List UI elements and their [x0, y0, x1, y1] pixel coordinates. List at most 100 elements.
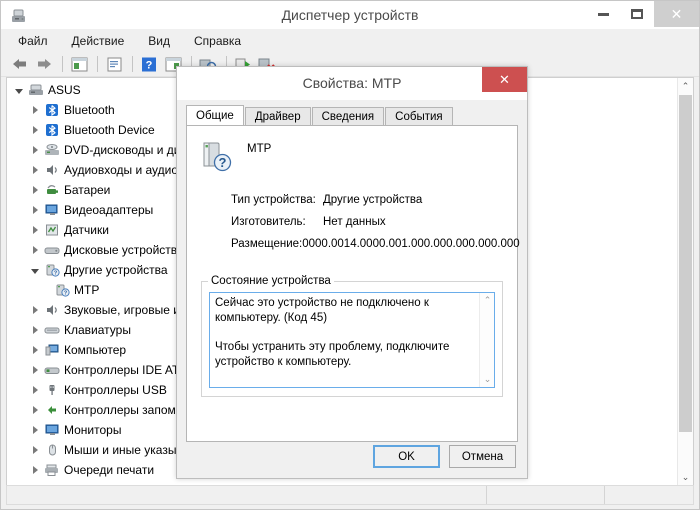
expander-closed-icon[interactable]: [27, 240, 43, 260]
ide-controller-icon: [43, 362, 61, 378]
unknown-device-icon: ?: [43, 262, 61, 278]
tree-item-label: Bluetooth Device: [64, 123, 155, 137]
show-hide-console-tree-icon[interactable]: [68, 54, 90, 75]
device-info-table: Тип устройства: Другие устройства Изгото…: [231, 189, 520, 255]
tree-item-label: Контроллеры USB: [64, 383, 167, 397]
tree-item-label: Мониторы: [64, 423, 122, 437]
scrollbar-thumb[interactable]: [679, 95, 692, 432]
scroll-up-icon[interactable]: ⌃: [678, 78, 693, 94]
unknown-device-icon: ?: [53, 282, 71, 298]
device-status-textarea[interactable]: Сейчас это устройство не подключено к ко…: [209, 292, 495, 388]
dialog-close-button[interactable]: ✕: [482, 67, 527, 92]
menu-file[interactable]: Файл: [15, 33, 51, 49]
tree-item-label: Мыши и иные указы: [64, 443, 177, 457]
expander-closed-icon[interactable]: [27, 160, 43, 180]
device-type-value: Другие устройства: [323, 194, 423, 206]
expander-closed-icon[interactable]: [27, 460, 43, 480]
expander-closed-icon[interactable]: [27, 320, 43, 340]
bluetooth-icon: [43, 122, 61, 138]
info-row: Изготовитель: Нет данных: [231, 211, 511, 233]
tree-vertical-scrollbar[interactable]: ⌃ ⌄: [677, 78, 693, 485]
tab-events[interactable]: События: [385, 107, 453, 126]
expander-closed-icon[interactable]: [27, 220, 43, 240]
back-arrow-icon[interactable]: [9, 54, 31, 75]
expander-closed-icon[interactable]: [27, 440, 43, 460]
svg-text:?: ?: [146, 59, 153, 71]
expander-closed-icon[interactable]: [27, 100, 43, 120]
tab-details[interactable]: Сведения: [311, 107, 385, 126]
statusbar-message: [7, 486, 487, 504]
expander-closed-icon[interactable]: [27, 340, 43, 360]
info-row: Тип устройства: Другие устройства: [231, 189, 511, 211]
dialog-tabs: Общие Драйвер Сведения События: [186, 105, 518, 126]
tree-item-label: Аудиовходы и аудиов: [64, 163, 185, 177]
window-controls: ✕: [586, 1, 699, 30]
device-status-text: Сейчас это устройство не подключено к ко…: [215, 296, 473, 384]
expander-closed-icon[interactable]: [27, 420, 43, 440]
location-label: Размещение:: [231, 238, 303, 250]
dialog-title: Свойства: MTP: [302, 75, 402, 91]
tree-item-label: Клавиатуры: [64, 323, 131, 337]
tree-item-label: Компьютер: [64, 343, 127, 357]
mouse-icon: [43, 442, 61, 458]
device-manager-window: Диспетчер устройств ✕ Файл Действие Вид …: [0, 0, 700, 510]
ok-button[interactable]: OK: [373, 445, 440, 468]
expander-closed-icon[interactable]: [27, 400, 43, 420]
expander-closed-icon[interactable]: [27, 140, 43, 160]
device-header: ? MTP: [200, 140, 271, 174]
menu-action[interactable]: Действие: [69, 33, 128, 49]
tree-item-label: Датчики: [64, 223, 109, 237]
keyboard-icon: [43, 322, 61, 338]
cancel-button[interactable]: Отмена: [449, 445, 516, 468]
scroll-down-icon[interactable]: ⌄: [678, 469, 693, 485]
dialog-buttons: OK Отмена: [364, 445, 516, 468]
expander-open-icon[interactable]: [11, 80, 27, 100]
close-button[interactable]: ✕: [654, 1, 699, 27]
tab-driver[interactable]: Драйвер: [244, 107, 311, 126]
tree-item-label: Bluetooth: [64, 103, 115, 117]
expander-closed-icon[interactable]: [27, 360, 43, 380]
expander-closed-icon[interactable]: [27, 300, 43, 320]
toolbar-separator: [97, 56, 98, 72]
audio-icon: [43, 162, 61, 178]
audio-icon: [43, 302, 61, 318]
status-paragraph-2: Чтобы устранить эту проблему, подключите…: [215, 341, 450, 368]
tree-item-label: Контроллеры IDE AT: [64, 363, 180, 377]
menu-help[interactable]: Справка: [191, 33, 244, 49]
device-type-label: Тип устройства:: [231, 194, 316, 206]
tab-general[interactable]: Общие: [186, 105, 244, 126]
maximize-button[interactable]: [620, 1, 654, 27]
tree-item-label: Другие устройства: [64, 263, 168, 277]
window-titlebar: Диспетчер устройств ✕: [1, 1, 699, 30]
expander-closed-icon[interactable]: [27, 180, 43, 200]
minimize-button[interactable]: [586, 1, 620, 27]
help-icon[interactable]: ?: [138, 54, 160, 75]
storage-controller-icon: [43, 402, 61, 418]
tree-item-label: Звуковые, игровые и: [64, 303, 180, 317]
properties-icon[interactable]: [103, 54, 125, 75]
statusbar-pane-2: [487, 486, 605, 504]
printer-icon: [43, 462, 61, 478]
status-paragraph-1: Сейчас это устройство не подключено к ко…: [215, 297, 429, 324]
tree-item-label: Контроллеры запоми: [64, 403, 183, 417]
mtp-properties-dialog: Свойства: MTP ✕ Общие Драйвер Сведения С…: [176, 66, 528, 479]
status-scroll-up-icon[interactable]: ⌃: [480, 293, 494, 308]
forward-arrow-icon[interactable]: [33, 54, 55, 75]
battery-icon: [43, 182, 61, 198]
sensor-icon: [43, 222, 61, 238]
status-scrollbar[interactable]: ⌃ ⌄: [479, 293, 494, 387]
computer-icon: [43, 342, 61, 358]
computer-icon: [27, 82, 45, 98]
expander-open-icon[interactable]: [27, 260, 43, 280]
expander-closed-icon[interactable]: [27, 200, 43, 220]
expander-closed-icon[interactable]: [27, 380, 43, 400]
device-name: MTP: [247, 143, 272, 155]
expander-closed-icon[interactable]: [27, 120, 43, 140]
status-scroll-down-icon[interactable]: ⌄: [480, 372, 494, 387]
svg-text:?: ?: [63, 291, 66, 297]
usb-controller-icon: [43, 382, 61, 398]
unknown-device-large-icon: ?: [200, 140, 234, 174]
menu-view[interactable]: Вид: [145, 33, 173, 49]
tree-item-label: Батареи: [64, 183, 111, 197]
bluetooth-icon: [43, 102, 61, 118]
